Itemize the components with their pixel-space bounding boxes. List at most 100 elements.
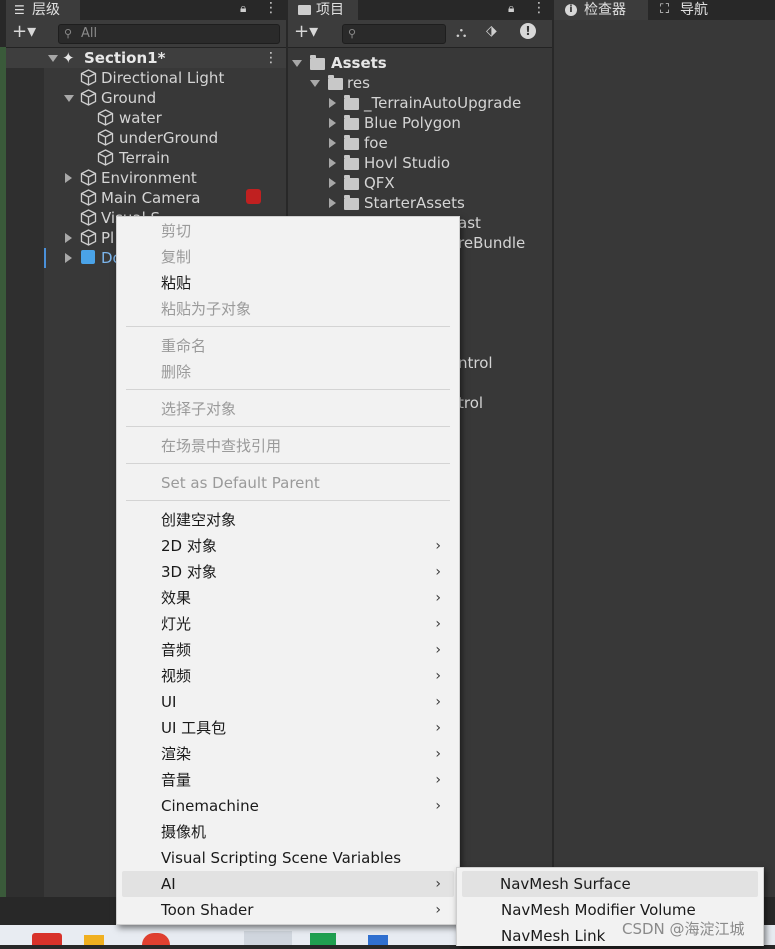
menu-item-effects[interactable]: 效果 › bbox=[117, 585, 459, 611]
menu-item-cut[interactable]: 剪切 bbox=[117, 218, 459, 244]
lock-icon[interactable]: 🔒︎ bbox=[240, 1, 246, 16]
menu-item-2d-object[interactable]: 2D 对象 › bbox=[117, 533, 459, 559]
menu-item-rename[interactable]: 重命名 bbox=[117, 333, 459, 359]
menu-item-ui-toolkit[interactable]: UI 工具包 › bbox=[117, 715, 459, 741]
menu-item-rendering[interactable]: 渲染 › bbox=[117, 741, 459, 767]
folder-row[interactable]: foe bbox=[288, 133, 552, 153]
expand-arrow-icon[interactable] bbox=[65, 173, 72, 183]
folder-row[interactable]: QFX bbox=[288, 173, 552, 193]
folder-row-partial[interactable]: trol bbox=[458, 393, 548, 413]
expand-arrow-icon[interactable] bbox=[64, 95, 74, 102]
label-tag-icon[interactable]: ⬗ bbox=[486, 23, 497, 39]
menu-item-select-children[interactable]: 选择子对象 bbox=[117, 396, 459, 422]
expand-arrow-icon[interactable] bbox=[65, 233, 72, 243]
inspector-panel: i 检查器 ⛶ 导航 bbox=[554, 0, 775, 897]
folder-row-partial[interactable]: reBundle bbox=[458, 233, 548, 253]
expand-arrow-icon[interactable] bbox=[310, 80, 320, 87]
menu-item-set-default-parent[interactable]: Set as Default Parent bbox=[117, 470, 459, 496]
folder-row[interactable]: res bbox=[288, 73, 552, 93]
app-icon[interactable] bbox=[84, 935, 104, 945]
project-search-input[interactable]: ⚲ bbox=[342, 24, 446, 44]
assets-root-row[interactable]: Assets bbox=[288, 53, 552, 73]
hierarchy-item[interactable]: Ground bbox=[6, 88, 286, 108]
hierarchy-item[interactable]: Terrain bbox=[6, 148, 286, 168]
app-icon[interactable] bbox=[32, 933, 62, 945]
app-icon[interactable] bbox=[310, 933, 336, 945]
menu-item-volume[interactable]: 音量 › bbox=[117, 767, 459, 793]
folder-row[interactable]: Hovl Studio bbox=[288, 153, 552, 173]
app-icon[interactable] bbox=[368, 935, 388, 945]
navigation-icon: ⛶ bbox=[660, 2, 670, 17]
menu-item-3d-object[interactable]: 3D 对象 › bbox=[117, 559, 459, 585]
menu-item-create-empty[interactable]: 创建空对象 bbox=[117, 507, 459, 533]
tab-hierarchy[interactable]: ☰ 层级 bbox=[6, 0, 80, 20]
folder-icon bbox=[344, 195, 359, 210]
expand-arrow-icon[interactable] bbox=[48, 55, 58, 62]
app-icon[interactable] bbox=[142, 933, 170, 945]
menu-item-find-references[interactable]: 在场景中查找引用 bbox=[117, 433, 459, 459]
hierarchy-item[interactable]: Environment bbox=[6, 168, 286, 188]
folder-row-partial[interactable]: ntrol bbox=[458, 353, 548, 373]
tab-navigation[interactable]: ⛶ 导航 bbox=[650, 0, 720, 20]
folder-row[interactable]: _TerrainAutoUpgrade bbox=[288, 93, 552, 113]
scene-kebab-icon[interactable]: ⋮ bbox=[264, 48, 278, 68]
kebab-menu-icon[interactable]: ⋮ bbox=[532, 0, 546, 16]
menu-item-ai[interactable]: AI › bbox=[122, 871, 454, 897]
hierarchy-search-input[interactable]: ⚲ All bbox=[58, 24, 280, 44]
menu-separator bbox=[126, 426, 450, 427]
app-icon[interactable] bbox=[244, 931, 292, 945]
folder-icon bbox=[344, 95, 359, 110]
menu-item-ui[interactable]: UI › bbox=[117, 689, 459, 715]
chevron-right-icon: › bbox=[435, 538, 441, 554]
search-icon: ⚲ bbox=[64, 27, 73, 40]
menu-item-toon-shader[interactable]: Toon Shader › bbox=[117, 897, 459, 923]
folder-icon bbox=[344, 175, 359, 190]
expand-arrow-icon[interactable] bbox=[65, 253, 72, 263]
menu-item-light[interactable]: 灯光 › bbox=[117, 611, 459, 637]
folder-row-partial[interactable]: ast bbox=[458, 213, 548, 233]
menu-item-camera[interactable]: 摄像机 bbox=[117, 819, 459, 845]
menu-separator bbox=[126, 326, 450, 327]
kebab-menu-icon[interactable]: ⋮ bbox=[264, 0, 278, 16]
context-menu: 剪切 复制 粘贴 粘贴为子对象 重命名 删除 选择子对象 在场景中查找引用 Se… bbox=[116, 216, 460, 925]
expand-arrow-icon[interactable] bbox=[329, 158, 336, 168]
gameobject-cube-icon bbox=[80, 229, 97, 246]
menu-separator bbox=[126, 500, 450, 501]
expand-arrow-icon[interactable] bbox=[329, 118, 336, 128]
scene-row[interactable]: ✦ Section1* ⋮ bbox=[6, 48, 286, 68]
hierarchy-item[interactable]: Main Camera bbox=[6, 188, 286, 208]
menu-item-video[interactable]: 视频 › bbox=[117, 663, 459, 689]
lock-icon[interactable]: 🔒︎ bbox=[508, 1, 514, 16]
gameobject-cube-icon bbox=[97, 129, 114, 146]
filter-type-icon[interactable]: ⛬ bbox=[456, 23, 467, 41]
folder-row[interactable]: Blue Polygon bbox=[288, 113, 552, 133]
hierarchy-item[interactable]: Directional Light bbox=[6, 68, 286, 88]
expand-arrow-icon[interactable] bbox=[329, 198, 336, 208]
menu-item-paste[interactable]: 粘贴 bbox=[117, 270, 459, 296]
expand-arrow-icon[interactable] bbox=[292, 60, 302, 67]
expand-arrow-icon[interactable] bbox=[329, 98, 336, 108]
menu-item-delete[interactable]: 删除 bbox=[117, 359, 459, 385]
chevron-right-icon: › bbox=[435, 590, 441, 606]
menu-item-copy[interactable]: 复制 bbox=[117, 244, 459, 270]
folder-open-icon bbox=[328, 75, 343, 90]
menu-item-visual-scripting-variables[interactable]: Visual Scripting Scene Variables bbox=[117, 845, 459, 871]
add-dropdown-button[interactable]: +▾ bbox=[12, 21, 36, 42]
expand-arrow-icon[interactable] bbox=[329, 138, 336, 148]
folder-row[interactable]: StarterAssets bbox=[288, 193, 552, 213]
tab-inspector[interactable]: i 检查器 bbox=[554, 0, 648, 20]
chevron-right-icon: › bbox=[435, 668, 441, 684]
menu-item-cinemachine[interactable]: Cinemachine › bbox=[117, 793, 459, 819]
hierarchy-item[interactable]: water bbox=[6, 108, 286, 128]
warning-badge-icon[interactable]: ! bbox=[520, 23, 536, 39]
chevron-right-icon: › bbox=[435, 876, 441, 892]
gameobject-cube-icon bbox=[97, 149, 114, 166]
expand-arrow-icon[interactable] bbox=[329, 178, 336, 188]
hierarchy-item[interactable]: underGround bbox=[6, 128, 286, 148]
menu-item-paste-as-child[interactable]: 粘贴为子对象 bbox=[117, 296, 459, 322]
menu-item-navmesh-surface[interactable]: NavMesh Surface bbox=[462, 871, 758, 897]
chevron-right-icon: › bbox=[435, 616, 441, 632]
menu-item-audio[interactable]: 音频 › bbox=[117, 637, 459, 663]
add-dropdown-button[interactable]: +▾ bbox=[294, 21, 318, 42]
tab-project[interactable]: 项目 bbox=[288, 0, 358, 20]
